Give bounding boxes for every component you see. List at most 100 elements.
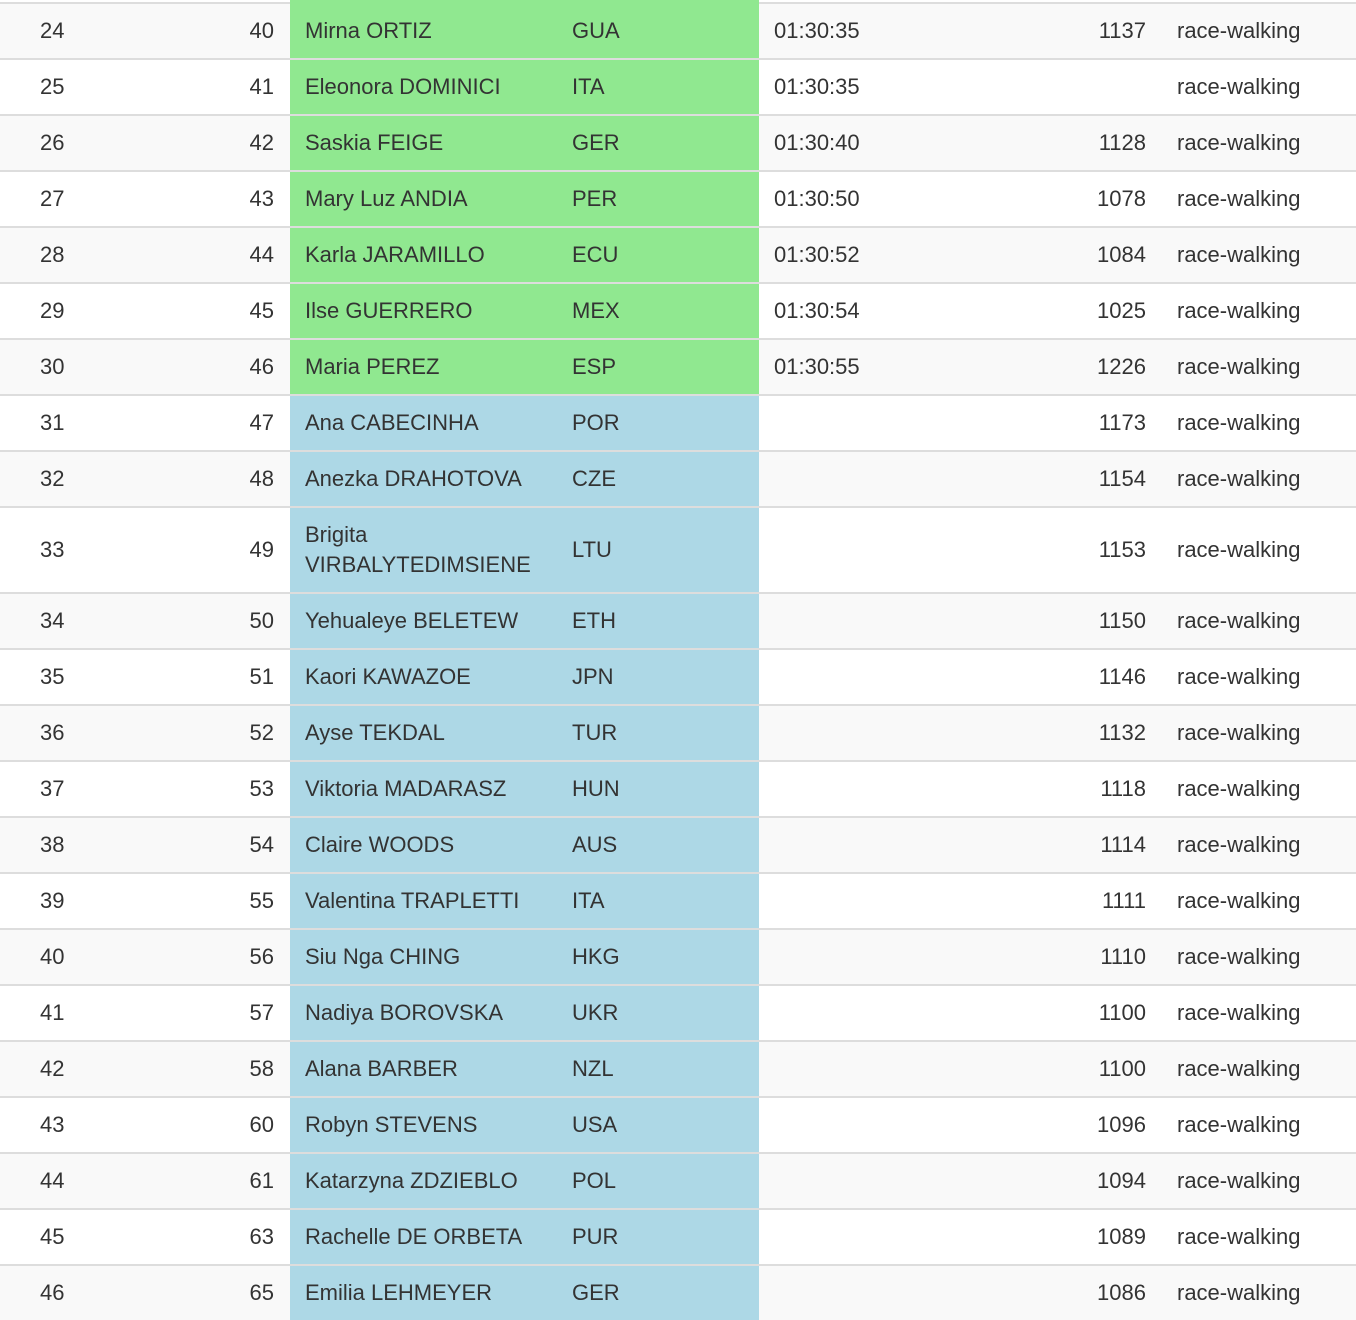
nationality-cell: CZE — [558, 452, 759, 506]
table-row: 46 65 Emilia LEHMEYER GER 1086 race-walking — [0, 1266, 1356, 1320]
event-cell: race-walking — [1177, 186, 1301, 211]
nationality-cell: GER — [558, 116, 759, 170]
nationality-cell: HUN — [558, 762, 759, 816]
time-cell — [759, 1098, 959, 1152]
score-cell: 1150 — [1098, 608, 1146, 633]
time-cell — [759, 396, 959, 450]
time-cell — [759, 452, 959, 506]
score-cell: 1025 — [1097, 298, 1146, 323]
time-cell — [759, 818, 959, 872]
athlete-name-cell: Mirna ORTIZ — [290, 4, 558, 58]
score-cell: 1111 — [1101, 888, 1146, 913]
time-cell — [759, 650, 959, 704]
athlete-name-cell: Siu Nga CHING — [290, 930, 558, 984]
event-cell: race-walking — [1177, 537, 1301, 562]
bib-cell: 58 — [249, 1056, 274, 1081]
score-cell: 1132 — [1098, 720, 1146, 745]
bib-cell: 57 — [249, 1000, 274, 1025]
nationality-cell: PUR — [558, 1210, 759, 1264]
score-cell — [959, 60, 1162, 114]
nationality-cell: GUA — [558, 4, 759, 58]
rank-cell: 28 — [40, 242, 65, 267]
athlete-name-cell: Anezka DRAHOTOVA — [290, 452, 558, 506]
nationality-cell: ETH — [558, 594, 759, 648]
event-cell: race-walking — [1177, 466, 1301, 491]
athlete-name-cell: Rachelle DE ORBETA — [290, 1210, 558, 1264]
rank-cell: 43 — [40, 1112, 65, 1137]
bib-cell: 51 — [249, 664, 274, 689]
rank-cell: 31 — [40, 410, 65, 435]
bib-cell: 52 — [249, 720, 274, 745]
event-cell: race-walking — [1177, 888, 1301, 913]
nationality-cell: ECU — [558, 228, 759, 282]
table-row: 38 54 Claire WOODS AUS 1114 race-walking — [0, 818, 1356, 874]
time-cell: 01:30:35 — [774, 18, 860, 43]
rank-cell: 46 — [40, 1280, 65, 1305]
table-row: 44 61 Katarzyna ZDZIEBLO POL 1094 race-walkin… — [0, 1154, 1356, 1210]
bib-cell: 60 — [249, 1112, 274, 1137]
event-cell: race-walking — [1177, 944, 1301, 969]
score-cell: 1084 — [1097, 242, 1146, 267]
table-body: 24 40 Mirna ORTIZ GUA 01:30:35 1137 race-walki… — [0, 4, 1356, 1320]
event-cell: race-walking — [1177, 410, 1301, 435]
score-cell: 1146 — [1098, 664, 1146, 689]
event-cell: race-walking — [1177, 74, 1301, 99]
nationality-cell: LTU — [558, 508, 759, 592]
nationality-cell: HKG — [558, 930, 759, 984]
table-row: 32 48 Anezka DRAHOTOVA CZE 1154 race-walking — [0, 452, 1356, 508]
table-row: 37 53 Viktoria MADARASZ HUN 1118 race-walking — [0, 762, 1356, 818]
time-cell — [759, 594, 959, 648]
athlete-name-cell: Alana BARBER — [290, 1042, 558, 1096]
table-row: 43 60 Robyn STEVENS USA 1096 race-walking — [0, 1098, 1356, 1154]
event-cell: race-walking — [1177, 242, 1301, 267]
score-cell: 1173 — [1098, 410, 1146, 435]
time-cell — [759, 874, 959, 928]
table-row: 28 44 Karla JARAMILLO ECU 01:30:52 1084 race-w… — [0, 228, 1356, 284]
bib-cell: 43 — [249, 186, 274, 211]
nationality-cell: NZL — [558, 1042, 759, 1096]
table-row: 40 56 Siu Nga CHING HKG 1110 race-walking — [0, 930, 1356, 986]
bib-cell: 45 — [249, 298, 274, 323]
rank-cell: 25 — [40, 74, 65, 99]
score-cell: 1078 — [1097, 186, 1146, 211]
rank-cell: 32 — [40, 466, 65, 491]
table-row: 26 42 Saskia FEIGE GER 01:30:40 1128 race-walk… — [0, 116, 1356, 172]
time-cell — [759, 930, 959, 984]
rank-cell: 30 — [40, 354, 65, 379]
athlete-name-cell: Yehualeye BELETEW — [290, 594, 558, 648]
time-cell: 01:30:55 — [774, 354, 860, 379]
time-cell — [759, 762, 959, 816]
athlete-name-cell: Ayse TEKDAL — [290, 706, 558, 760]
nationality-cell: ITA — [558, 60, 759, 114]
rank-cell: 45 — [40, 1224, 65, 1249]
table-row: 35 51 Kaori KAWAZOE JPN 1146 race-walking — [0, 650, 1356, 706]
table-row: 31 47 Ana CABECINHA POR 1173 race-walking — [0, 396, 1356, 452]
table-row: 42 58 Alana BARBER NZL 1100 race-walking — [0, 1042, 1356, 1098]
time-cell: 01:30:40 — [774, 130, 860, 155]
bib-cell: 54 — [249, 832, 274, 857]
athlete-name-cell: Saskia FEIGE — [290, 116, 558, 170]
score-cell: 1226 — [1097, 354, 1146, 379]
athlete-name-cell: Ana CABECINHA — [290, 396, 558, 450]
rank-cell: 29 — [40, 298, 65, 323]
time-cell — [759, 986, 959, 1040]
athlete-name-cell: Ilse GUERRERO — [290, 284, 558, 338]
bib-cell: 46 — [249, 354, 274, 379]
time-cell — [759, 1266, 959, 1320]
rank-cell: 41 — [40, 1000, 65, 1025]
athlete-name-cell: Valentina TRAPLETTI — [290, 874, 558, 928]
athlete-name-cell: Maria PEREZ — [290, 340, 558, 394]
athlete-name-cell: Eleonora DOMINICI — [290, 60, 558, 114]
athlete-name-cell: Mary Luz ANDIA — [290, 172, 558, 226]
nationality-cell: ITA — [558, 874, 759, 928]
athlete-name-cell: Kaori KAWAZOE — [290, 650, 558, 704]
event-cell: race-walking — [1177, 832, 1301, 857]
athlete-name-cell: Robyn STEVENS — [290, 1098, 558, 1152]
bib-cell: 49 — [249, 537, 274, 562]
athlete-name-cell: Viktoria MADARASZ — [290, 762, 558, 816]
rank-cell: 44 — [40, 1168, 65, 1193]
score-cell: 1100 — [1098, 1000, 1146, 1025]
event-cell: race-walking — [1177, 720, 1301, 745]
score-cell: 1137 — [1098, 18, 1146, 43]
rank-cell: 34 — [40, 608, 65, 633]
